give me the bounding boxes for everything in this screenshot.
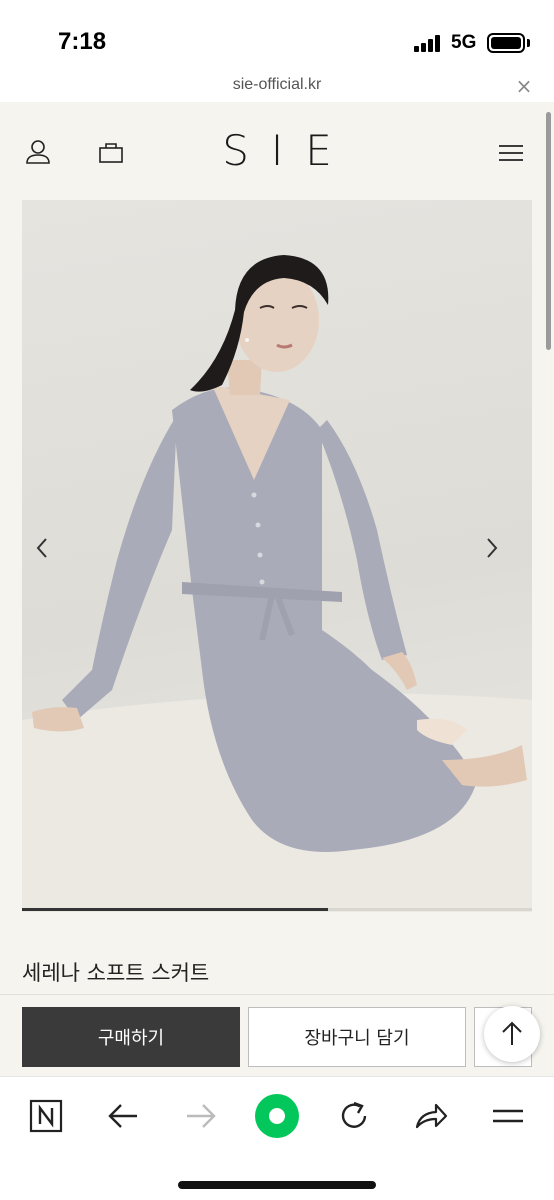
green-circle-icon[interactable] [252, 1091, 302, 1141]
menu-icon[interactable] [483, 1091, 533, 1141]
chevron-left-icon[interactable] [34, 536, 70, 572]
home-indicator[interactable] [178, 1181, 376, 1189]
product-image[interactable] [22, 200, 532, 912]
network-type: 5G [451, 32, 477, 53]
browser-toolbar [0, 1076, 554, 1200]
status-bar: 7:18 5G [0, 0, 554, 74]
scroll-to-top-button[interactable] [484, 1006, 540, 1062]
chevron-right-icon[interactable] [484, 536, 520, 572]
naver-n-icon[interactable] [21, 1091, 71, 1141]
site-header: SIE [0, 102, 554, 200]
hamburger-menu-icon[interactable] [496, 138, 526, 168]
add-to-cart-button[interactable]: 장바구니 담기 [248, 1007, 466, 1067]
model-illustration [22, 255, 532, 912]
buy-now-button[interactable]: 구매하기 [22, 1007, 240, 1067]
product-name: 세레나 소프트 스커트 [22, 961, 210, 985]
purchase-action-bar: 구매하기 장바구니 담기 [0, 994, 554, 1076]
battery-tip [527, 39, 530, 47]
gallery-progress-bar [22, 908, 532, 911]
reload-icon[interactable] [329, 1091, 379, 1141]
gallery-progress-fill [22, 908, 328, 911]
scrollbar-thumb[interactable] [546, 112, 551, 350]
forward-arrow-icon[interactable] [176, 1091, 226, 1141]
close-icon[interactable]: × [514, 74, 534, 98]
arrow-up-icon [502, 1021, 522, 1045]
battery-icon [487, 33, 525, 53]
share-icon[interactable] [406, 1091, 456, 1141]
back-arrow-icon[interactable] [98, 1091, 148, 1141]
url-text[interactable]: sie-official.kr [0, 76, 554, 94]
web-page: SIE 세레나 소프트 스커트 구매하기 장바구니 담기 [0, 102, 554, 1076]
url-bar[interactable]: sie-official.kr × [0, 74, 554, 102]
cellular-signal-icon [414, 34, 444, 52]
site-logo[interactable]: SIE [0, 126, 554, 175]
status-time: 7:18 [58, 28, 107, 55]
